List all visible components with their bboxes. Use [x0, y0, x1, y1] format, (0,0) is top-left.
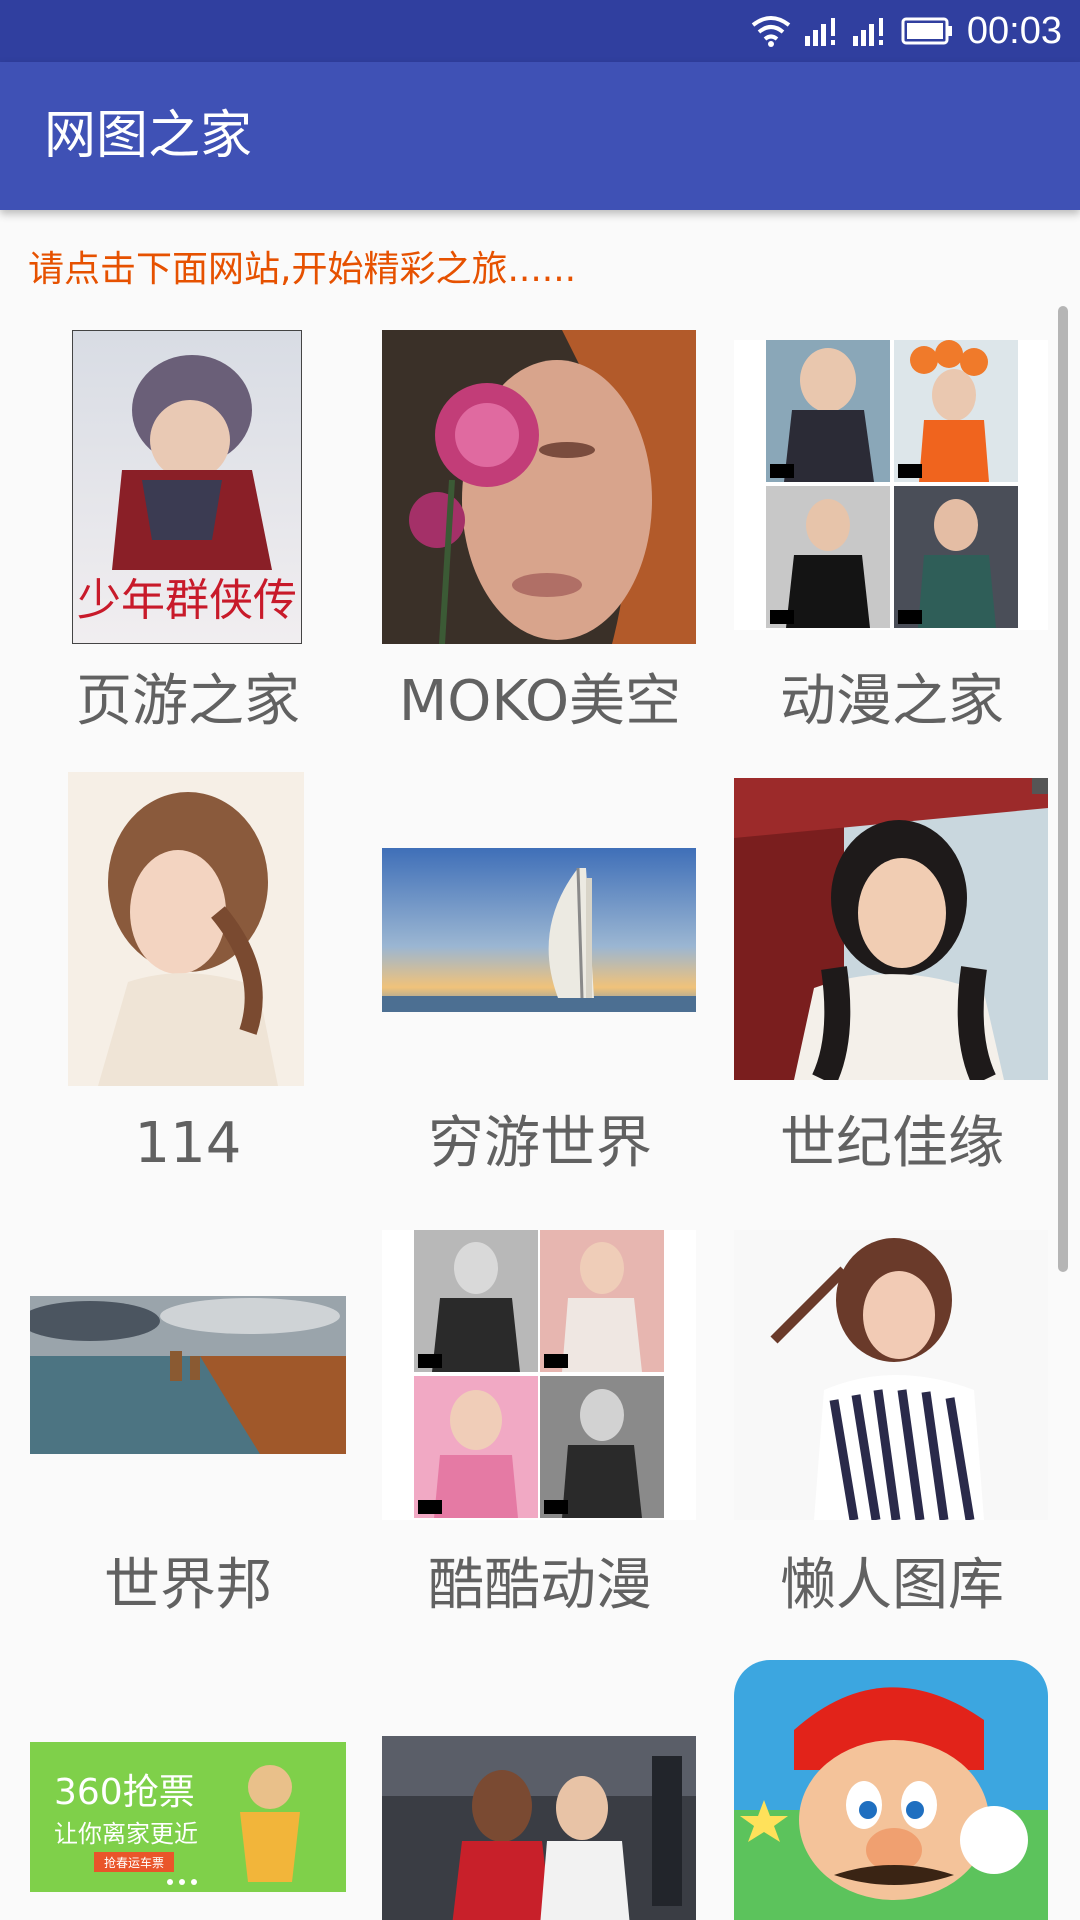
- site-label: 懒人图库: [780, 1553, 1004, 1618]
- banner-line2: 让你离家更近: [54, 1820, 198, 1848]
- site-grid: 少年群侠传 页游之家 MOKO美空 动漫之家 114 穷游世界 世纪佳缘 世界邦…: [0, 300, 1080, 1920]
- site-thumbnail-mario-icon: [734, 1660, 1048, 1920]
- banner-button: 抢春运车票: [104, 1855, 164, 1870]
- site-thumbnail-photo-collage: [734, 340, 1048, 630]
- signal-icon: [852, 16, 887, 46]
- clock: 00:03: [966, 9, 1062, 52]
- site-label: MOKO美空: [398, 669, 682, 734]
- site-thumbnail-burj-al-arab: [382, 848, 696, 1012]
- site-thumbnail-portrait-woman: [68, 772, 304, 1086]
- site-tile[interactable]: [716, 1620, 1068, 1920]
- site-label: 动漫之家: [780, 669, 1004, 734]
- site-label: 页游之家: [76, 669, 300, 734]
- site-tile[interactable]: 360抢票 让你离家更近 抢春运车票: [12, 1620, 364, 1920]
- site-thumbnail-portrait-striped: [734, 1230, 1048, 1520]
- battery-icon: [901, 16, 953, 46]
- signal-icon: [804, 16, 839, 46]
- site-thumbnail-photo-collage: [382, 1230, 696, 1520]
- banner-line1: 360抢票: [54, 1772, 195, 1813]
- site-tile[interactable]: 世纪佳缘: [716, 740, 1068, 1180]
- site-tile[interactable]: 穷游世界: [364, 740, 716, 1180]
- site-tile[interactable]: MOKO美空: [364, 300, 716, 740]
- site-tile[interactable]: 懒人图库: [716, 1180, 1068, 1620]
- site-thumbnail-basketball: [382, 1736, 696, 1920]
- site-label: 114: [134, 1111, 242, 1176]
- site-tile[interactable]: 世界邦: [12, 1180, 364, 1620]
- hint-text: 请点击下面网站,开始精彩之旅......: [28, 249, 577, 290]
- poster-title: 少年群侠传: [77, 575, 297, 626]
- site-thumbnail-ticket-banner: 360抢票 让你离家更近 抢春运车票: [30, 1742, 346, 1892]
- site-tile[interactable]: 少年群侠传 页游之家: [12, 300, 364, 740]
- site-tile[interactable]: 114: [12, 740, 364, 1180]
- site-thumbnail-portrait-boat: [734, 778, 1048, 1080]
- site-label: 酷酷动漫: [428, 1553, 652, 1618]
- site-tile[interactable]: 酷酷动漫: [364, 1180, 716, 1620]
- status-bar: 00:03: [0, 0, 1080, 62]
- site-thumbnail-coast-landscape: [30, 1296, 346, 1454]
- site-label: 世界邦: [104, 1553, 272, 1618]
- wifi-icon: [751, 15, 791, 47]
- site-tile[interactable]: 动漫之家: [716, 300, 1068, 740]
- site-label: 世纪佳缘: [780, 1111, 1004, 1176]
- scrollbar[interactable]: [1058, 306, 1068, 1272]
- site-thumbnail-game-poster: 少年群侠传: [72, 330, 302, 644]
- site-label: 穷游世界: [428, 1111, 652, 1176]
- site-thumbnail-portrait-rose: [382, 330, 696, 644]
- app-title: 网图之家: [44, 106, 253, 166]
- site-tile[interactable]: [364, 1620, 716, 1920]
- app-bar: 网图之家: [0, 62, 1080, 210]
